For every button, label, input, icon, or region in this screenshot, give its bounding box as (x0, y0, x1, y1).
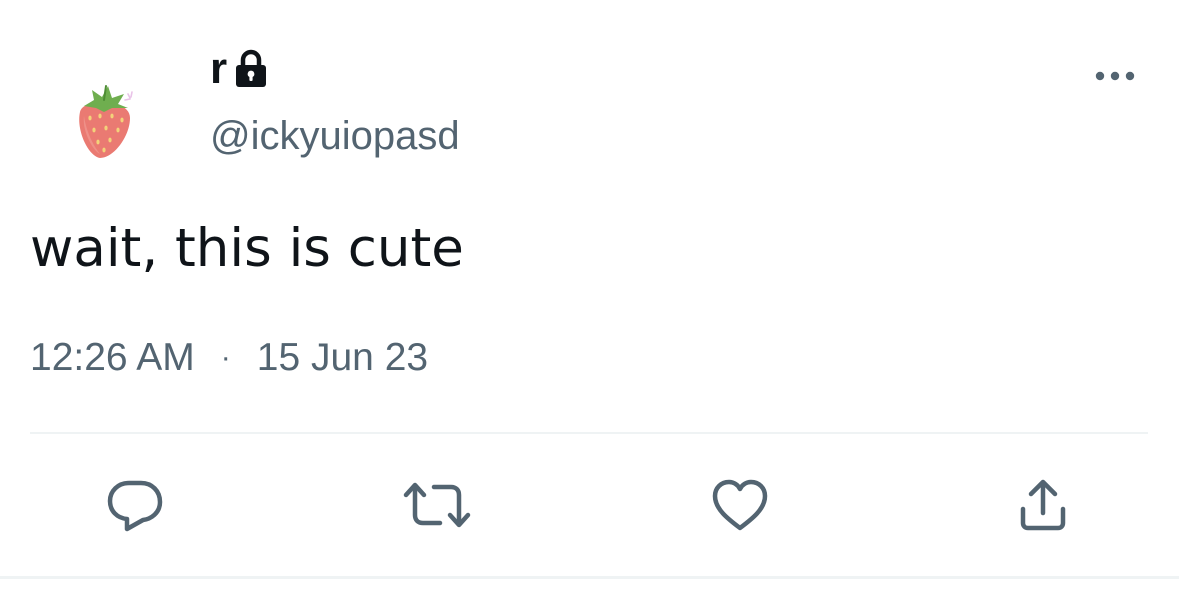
like-icon (712, 479, 768, 531)
tweet-time[interactable]: 12:26 AM (30, 336, 195, 380)
user-name-row: r (210, 44, 269, 94)
retweet-icon (403, 482, 471, 528)
user-handle[interactable]: @ickyuiopasd (210, 116, 460, 156)
reply-button[interactable] (100, 470, 170, 540)
tweet-text: wait, this is cute (30, 218, 464, 279)
tweet-date[interactable]: 15 Jun 23 (257, 336, 428, 380)
action-bar (0, 470, 1179, 540)
tweet-meta: 12:26 AM · 15 Jun 23 (30, 336, 428, 380)
reply-icon (107, 480, 163, 532)
more-icon (1095, 71, 1135, 81)
tweet-card: r @ickyuiopasd wait, this is cute 12:26 … (0, 0, 1179, 597)
more-options-button[interactable] (1090, 60, 1140, 92)
share-button[interactable] (1008, 470, 1078, 540)
avatar[interactable] (70, 82, 140, 162)
divider (0, 576, 1179, 579)
lock-icon (235, 49, 266, 87)
share-icon (1020, 479, 1066, 531)
meta-separator: · (220, 341, 231, 374)
display-name[interactable]: r (210, 47, 227, 91)
like-button[interactable] (705, 470, 775, 540)
retweet-button[interactable] (402, 470, 472, 540)
divider (30, 432, 1148, 434)
strawberry-icon (79, 85, 133, 158)
